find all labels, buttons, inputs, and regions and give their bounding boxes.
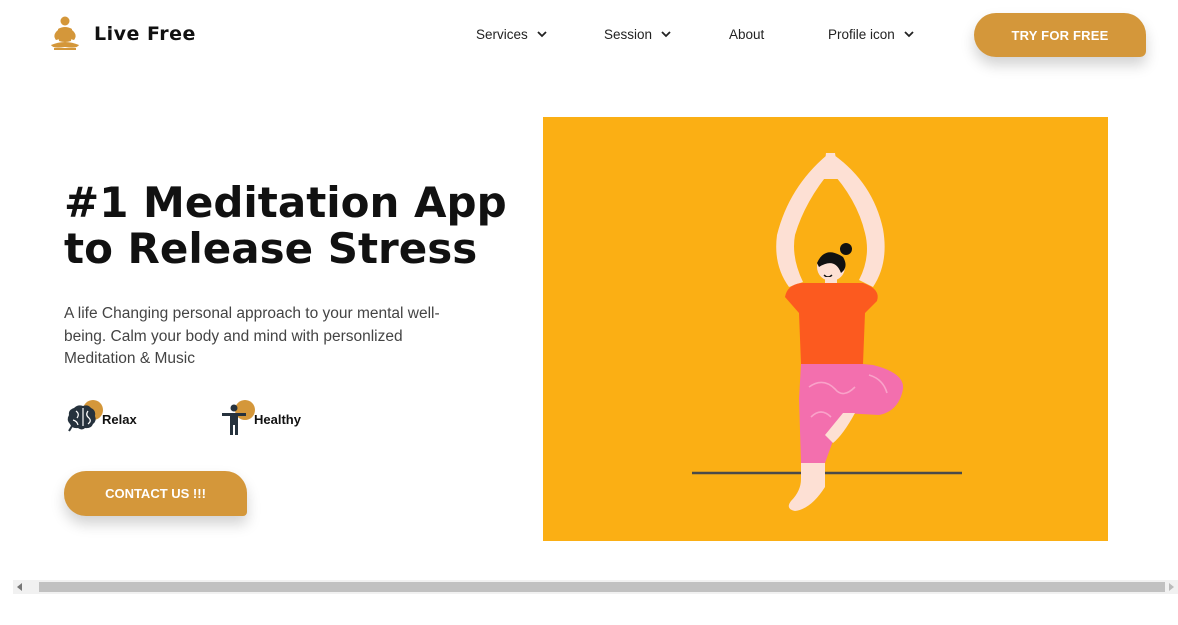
try-for-free-button[interactable]: TRY FOR FREE — [974, 13, 1146, 57]
nav-about-label: About — [729, 27, 765, 42]
feature-relax-icon-wrap — [66, 400, 103, 436]
contact-us-button[interactable]: CONTACT US !!! — [64, 471, 247, 516]
hero-title: #1 Meditation App to Release Stress — [64, 180, 524, 272]
scroll-right-arrow[interactable] — [1164, 580, 1178, 594]
feature-relax-label: Relax — [102, 411, 137, 427]
nav-session-label: Session — [604, 27, 653, 42]
feature-healthy-icon-wrap — [218, 400, 255, 436]
nav-about[interactable]: About — [729, 27, 764, 42]
brand-name: Live Free — [94, 23, 196, 45]
feature-healthy-label: Healthy — [254, 411, 301, 427]
chevron-down-icon — [661, 31, 671, 38]
nav-session[interactable]: Session — [604, 27, 671, 42]
hero-title-line2: to Release Stress — [64, 224, 478, 273]
horizontal-scrollbar[interactable] — [13, 580, 1178, 594]
hero-illustration — [543, 117, 1108, 541]
nav-profile[interactable]: Profile icon — [828, 27, 914, 42]
chevron-down-icon — [904, 31, 914, 38]
chevron-down-icon — [537, 31, 547, 38]
hero-title-line1: #1 Meditation App — [64, 178, 507, 227]
triangle-left-icon — [17, 583, 22, 591]
scrollbar-thumb[interactable] — [39, 582, 1165, 592]
nav-services[interactable]: Services — [476, 27, 547, 42]
nav-profile-label: Profile icon — [828, 27, 895, 42]
brain-icon — [67, 405, 96, 432]
scroll-left-arrow[interactable] — [13, 580, 27, 594]
person-icon — [222, 404, 246, 435]
hero-description: A life Changing personal approach to you… — [64, 305, 440, 367]
yoga-woman-illustration — [692, 153, 962, 511]
nav-services-label: Services — [476, 27, 528, 42]
meditation-logo-icon — [51, 16, 79, 50]
brand-logo[interactable]: Live Free — [48, 15, 196, 53]
feature-relax: Relax — [66, 400, 137, 436]
feature-healthy: Healthy — [218, 400, 301, 436]
triangle-right-icon — [1169, 583, 1174, 591]
